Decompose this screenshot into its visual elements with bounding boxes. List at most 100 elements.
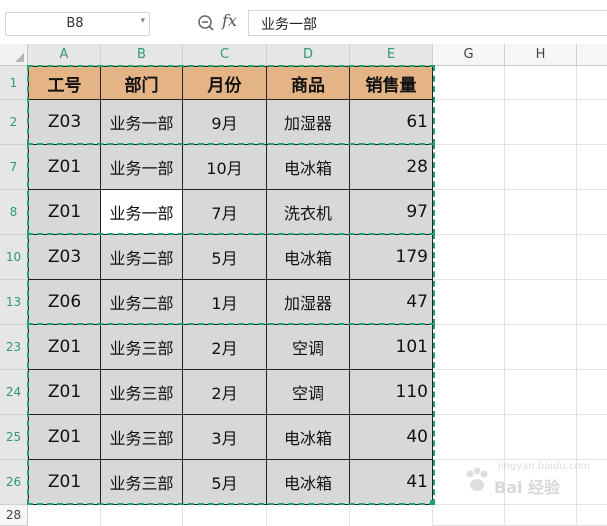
paw-icon — [466, 467, 488, 491]
select-all-corner[interactable] — [0, 44, 28, 66]
table-cell[interactable]: 97 — [350, 190, 433, 235]
watermark-subtext: jingyan.baidu.com — [498, 461, 591, 472]
gridline — [349, 505, 350, 526]
row-header-24[interactable]: 24 — [0, 370, 28, 415]
table-header-cell[interactable]: 商品 — [267, 66, 350, 100]
table-cell[interactable]: Z01 — [28, 145, 101, 190]
watermark-text: Bai 经验 — [494, 478, 561, 497]
watermark: Bai 经验 jingyan.baidu.com — [462, 458, 602, 502]
table-cell[interactable]: 洗衣机 — [267, 190, 350, 235]
table-cell[interactable]: 5月 — [183, 235, 267, 280]
table-header-cell[interactable]: 部门 — [101, 66, 183, 100]
fill-handle[interactable] — [430, 500, 435, 505]
row-header-7[interactable]: 7 — [0, 145, 28, 190]
table-cell[interactable]: 业务三部 — [101, 415, 183, 460]
row-header-1[interactable]: 1 — [0, 66, 28, 100]
gridline — [433, 189, 607, 190]
table-cell[interactable]: 7月 — [183, 190, 267, 235]
table-header-cell[interactable]: 销售量 — [350, 66, 433, 100]
table-cell[interactable]: Z01 — [28, 370, 101, 415]
table-cell[interactable]: 业务一部 — [101, 190, 183, 235]
table-cell[interactable]: Z06 — [28, 280, 101, 325]
gridline — [182, 505, 183, 526]
table-cell[interactable]: 电冰箱 — [267, 460, 350, 505]
table-header-cell[interactable]: 月份 — [183, 66, 267, 100]
table-cell[interactable]: Z01 — [28, 190, 101, 235]
column-header-next[interactable] — [577, 44, 607, 66]
row-header-8[interactable]: 8 — [0, 190, 28, 235]
table-cell[interactable]: 2月 — [183, 370, 267, 415]
row-header-23[interactable]: 23 — [0, 325, 28, 370]
column-header-a[interactable]: A — [28, 44, 101, 66]
formula-bar: B8 ▾ fx 业务一部 — [0, 0, 607, 44]
table-cell[interactable]: 加湿器 — [267, 100, 350, 145]
table-cell[interactable]: 10月 — [183, 145, 267, 190]
gridline — [266, 505, 267, 526]
gridline — [433, 234, 607, 235]
chevron-down-icon[interactable]: ▾ — [140, 16, 145, 26]
formula-input[interactable]: 业务一部 — [248, 10, 607, 36]
row-header-25[interactable]: 25 — [0, 415, 28, 460]
zoom-icon[interactable] — [196, 13, 216, 33]
table-cell[interactable]: 101 — [350, 325, 433, 370]
table-cell[interactable]: 电冰箱 — [267, 145, 350, 190]
table-cell[interactable]: 业务三部 — [101, 370, 183, 415]
table-cell[interactable]: 61 — [350, 100, 433, 145]
table-cell[interactable]: 电冰箱 — [267, 415, 350, 460]
table-cell[interactable]: Z01 — [28, 325, 101, 370]
table-cell[interactable]: 业务三部 — [101, 325, 183, 370]
gridline — [576, 66, 577, 526]
name-box[interactable]: B8 ▾ — [5, 12, 150, 36]
table-cell[interactable]: 1月 — [183, 280, 267, 325]
table-cell[interactable]: Z01 — [28, 415, 101, 460]
table-cell[interactable]: 空调 — [267, 325, 350, 370]
row-header-26[interactable]: 26 — [0, 460, 28, 505]
table-cell[interactable]: 9月 — [183, 100, 267, 145]
table-cell[interactable]: 加湿器 — [267, 280, 350, 325]
column-header-g[interactable]: G — [433, 44, 505, 66]
table-cell[interactable]: 2月 — [183, 325, 267, 370]
gridline — [433, 369, 607, 370]
table-cell[interactable]: 业务一部 — [101, 145, 183, 190]
table-header-cell[interactable]: 工号 — [28, 66, 101, 100]
table-cell[interactable]: 47 — [350, 280, 433, 325]
column-header-e[interactable]: E — [350, 44, 433, 66]
gridline — [504, 66, 505, 526]
table-cell[interactable]: 40 — [350, 415, 433, 460]
row-header-28[interactable]: 28 — [0, 505, 28, 526]
row-header-10[interactable]: 10 — [0, 235, 28, 280]
formula-text: 业务一部 — [261, 17, 317, 33]
table-cell[interactable]: 5月 — [183, 460, 267, 505]
table-cell[interactable]: 业务二部 — [101, 280, 183, 325]
column-header-b[interactable]: B — [101, 44, 183, 66]
table-cell[interactable]: 179 — [350, 235, 433, 280]
gridline — [432, 505, 433, 526]
column-header-h[interactable]: H — [505, 44, 577, 66]
table-cell[interactable]: 业务三部 — [101, 460, 183, 505]
gridline — [433, 324, 607, 325]
column-header-d[interactable]: D — [267, 44, 350, 66]
gridline — [433, 414, 607, 415]
table-cell[interactable]: 41 — [350, 460, 433, 505]
gridline — [433, 99, 607, 100]
table-cell[interactable]: 电冰箱 — [267, 235, 350, 280]
table-cell[interactable]: 业务二部 — [101, 235, 183, 280]
gridline — [433, 144, 607, 145]
table-cell[interactable]: Z01 — [28, 460, 101, 505]
table-cell[interactable]: Z03 — [28, 100, 101, 145]
table-cell[interactable]: 空调 — [267, 370, 350, 415]
table-cell[interactable]: Z03 — [28, 235, 101, 280]
row-header-2[interactable]: 2 — [0, 100, 28, 145]
table-cell[interactable]: 28 — [350, 145, 433, 190]
select-all-icon — [15, 53, 24, 62]
table-cell[interactable]: 110 — [350, 370, 433, 415]
function-icon[interactable]: fx — [222, 11, 237, 30]
column-header-c[interactable]: C — [183, 44, 267, 66]
gridline — [100, 505, 101, 526]
gridline — [433, 279, 607, 280]
row-header-13[interactable]: 13 — [0, 280, 28, 325]
name-box-value: B8 — [66, 16, 84, 31]
gridline — [433, 504, 607, 505]
table-cell[interactable]: 业务一部 — [101, 100, 183, 145]
table-cell[interactable]: 3月 — [183, 415, 267, 460]
